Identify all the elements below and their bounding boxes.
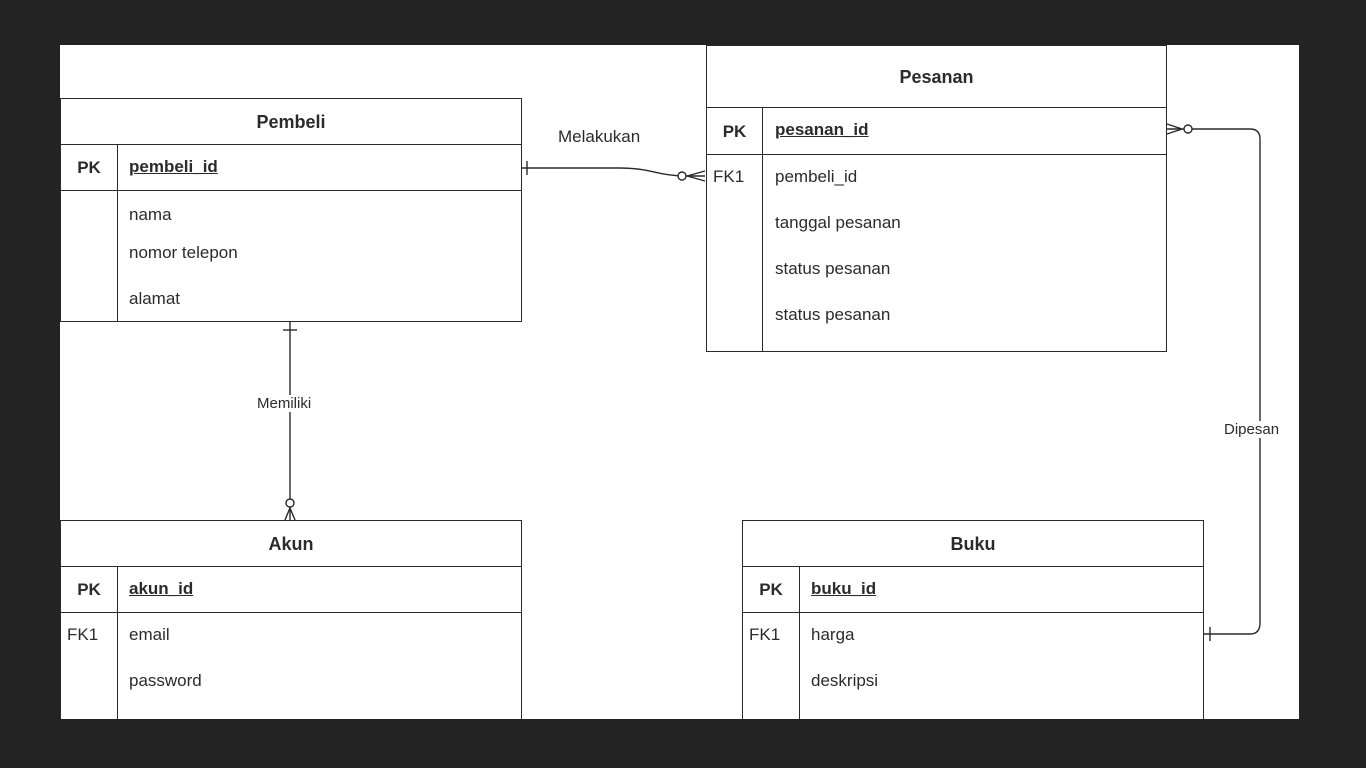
edge-memiliki-crow-2 bbox=[289, 507, 296, 521]
attribute: nomor telepon bbox=[129, 243, 238, 262]
edge-melakukan-crow-2 bbox=[686, 175, 706, 182]
pk-row: PK pesanan_id bbox=[707, 108, 1166, 155]
pk-row: PK buku_id bbox=[743, 567, 1203, 613]
entity-title: Buku bbox=[743, 521, 1203, 567]
edge-memiliki-crow-1 bbox=[284, 507, 291, 521]
entity-title: Akun bbox=[61, 521, 521, 567]
pk-label: PK bbox=[77, 580, 101, 599]
attribute: tanggal pesanan bbox=[775, 213, 901, 232]
pk-label: PK bbox=[722, 122, 747, 141]
edge-dipesan-crow-1 bbox=[1166, 123, 1183, 130]
entity-title: Pesanan bbox=[707, 46, 1166, 108]
diagram-canvas: Melakukan Memiliki Dipesan Pembeli PK pe… bbox=[60, 45, 1299, 719]
entity-pembeli[interactable]: Pembeli PK pembeli_id nama nomor telepon… bbox=[60, 98, 522, 322]
attribute: password bbox=[129, 671, 202, 690]
edge-memiliki-zero-mark bbox=[285, 498, 295, 508]
pk-attribute: pembeli_id bbox=[129, 157, 218, 176]
key-column-divider bbox=[799, 567, 800, 719]
attribute: nama bbox=[129, 205, 172, 224]
pk-attribute: buku_id bbox=[811, 579, 877, 598]
relationship-label-dipesan: Dipesan bbox=[1224, 421, 1280, 438]
pk-attribute: akun_id bbox=[129, 579, 194, 598]
attribute: deskripsi bbox=[811, 671, 879, 690]
pk-attribute: pesanan_id bbox=[775, 120, 869, 139]
attribute: email bbox=[129, 625, 170, 644]
key-column-divider bbox=[117, 567, 118, 719]
edge-dipesan-zero-mark bbox=[1183, 124, 1193, 134]
pk-row: PK pembeli_id bbox=[61, 145, 521, 191]
attribute: status pesanan bbox=[775, 305, 891, 324]
attribute: alamat bbox=[129, 289, 181, 308]
entity-buku[interactable]: Buku PK buku_id FK1 harga deskripsi bbox=[742, 520, 1204, 719]
fk-label: FK1 bbox=[749, 625, 781, 644]
entity-pesanan[interactable]: Pesanan PK pesanan_id FK1 pembeli_id tan… bbox=[706, 45, 1167, 352]
entity-akun[interactable]: Akun PK akun_id FK1 email password bbox=[60, 520, 522, 719]
key-column-divider bbox=[117, 145, 118, 321]
edge-melakukan-zero-mark bbox=[677, 171, 687, 181]
relationship-label-memiliki: Memiliki bbox=[257, 395, 312, 412]
attribute: pembeli_id bbox=[775, 167, 858, 186]
edge-melakukan-crow-1 bbox=[686, 170, 706, 177]
fk-label: FK1 bbox=[713, 167, 745, 186]
pk-row: PK akun_id bbox=[61, 567, 521, 613]
attribute: status pesanan bbox=[775, 259, 891, 278]
attribute: harga bbox=[811, 625, 855, 644]
edge-dipesan-crow-2 bbox=[1166, 128, 1183, 135]
key-column-divider bbox=[762, 108, 763, 351]
relationship-label-melakukan: Melakukan bbox=[558, 127, 641, 147]
pk-label: PK bbox=[77, 158, 101, 177]
fk-label: FK1 bbox=[67, 625, 99, 644]
entity-title: Pembeli bbox=[61, 99, 521, 145]
pk-label: PK bbox=[759, 580, 783, 599]
